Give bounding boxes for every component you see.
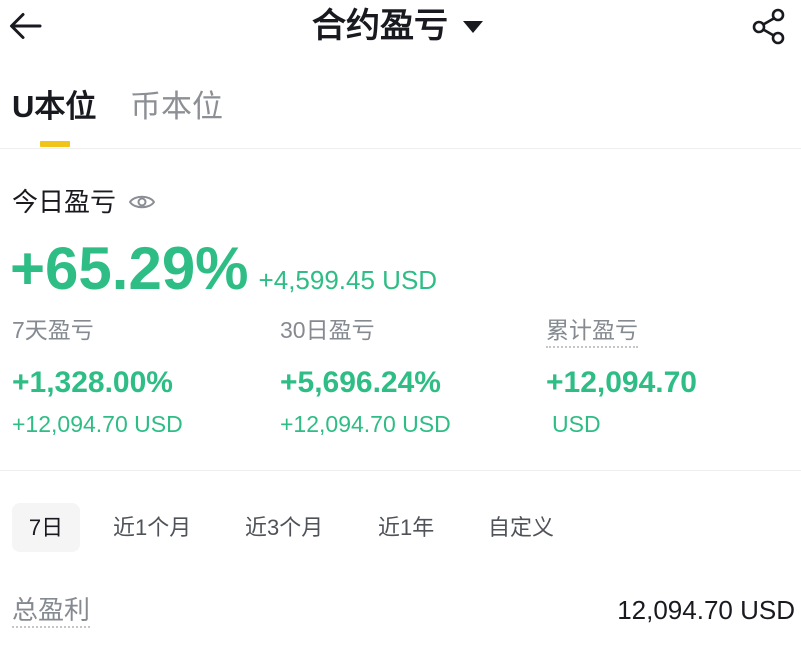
period-tab-custom[interactable]: 自定义 [488, 503, 554, 552]
period-tab-1y[interactable]: 近1年 [378, 503, 434, 552]
today-pnl-label: 今日盈亏 [12, 187, 117, 217]
stat-cumulative: 累计盈亏 +12,094.70 USD [546, 312, 796, 438]
tab-usdt-margined[interactable]: U本位 [12, 87, 96, 127]
share-button[interactable] [750, 7, 788, 45]
today-pnl-percent: +65.29% [10, 235, 249, 302]
active-tab-indicator [40, 141, 70, 147]
today-pnl-values: +65.29% +4,599.45 USD [10, 239, 437, 299]
cumulative-pnl-tooltip-label[interactable]: 累计盈亏 [546, 315, 638, 348]
stat-value: +12,094.70 [546, 366, 697, 399]
back-button[interactable] [6, 7, 44, 45]
stat-label-wrap: 累计盈亏 [546, 312, 796, 348]
stat-percent: +5,696.24% [280, 366, 441, 399]
stat-unit: USD [552, 411, 601, 437]
divider [0, 148, 801, 149]
stat-label: 30日盈亏 [280, 317, 375, 343]
today-pnl-header: 今日盈亏 [12, 186, 156, 218]
title-dropdown[interactable]: 合约盈亏 [312, 4, 483, 48]
divider [0, 470, 801, 471]
stat-30-day: 30日盈亏 +5,696.24% +12,094.70 USD [280, 312, 530, 438]
eye-icon [129, 195, 156, 209]
stat-label: 7天盈亏 [12, 317, 94, 343]
stat-percent: +1,328.00% [12, 366, 173, 399]
period-tab-3m[interactable]: 近3个月 [245, 503, 323, 552]
stat-7-day: 7天盈亏 +1,328.00% +12,094.70 USD [12, 312, 262, 438]
stat-amount: +12,094.70 USD [12, 411, 183, 437]
total-profit-value: 12,094.70 USD [617, 595, 795, 625]
tab-coin-margined[interactable]: 币本位 [130, 87, 223, 127]
page-title: 合约盈亏 [312, 7, 448, 45]
today-pnl-amount: +4,599.45 USD [258, 265, 438, 295]
period-tab-1m[interactable]: 近1个月 [113, 503, 191, 552]
caret-down-icon [463, 21, 483, 33]
contract-pnl-screen: 合约盈亏 U本位 币本位 今日盈亏 +65.29% +4,599.45 USD … [0, 0, 801, 652]
arrow-left-icon [10, 13, 42, 39]
total-profit-label[interactable]: 总盈利 [12, 594, 91, 628]
stat-amount: +12,094.70 USD [280, 411, 451, 437]
toggle-visibility-button[interactable] [128, 192, 156, 212]
share-icon [752, 8, 785, 45]
period-tab-7d[interactable]: 7日 [12, 503, 80, 552]
